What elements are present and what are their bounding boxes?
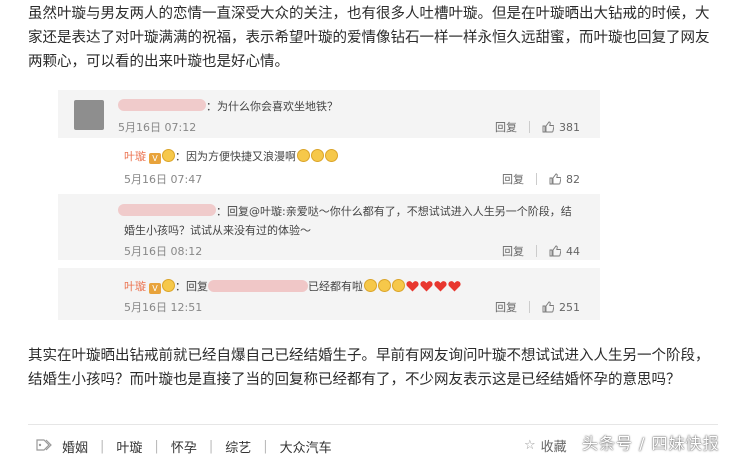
heart-emoji-icon [406,280,419,292]
tag-item[interactable]: 叶璇 [116,437,142,456]
verified-badge-icon: V [149,283,161,294]
comment-actions: 回复 44 [502,243,580,259]
tag-item[interactable]: 怀孕 [171,437,197,456]
smiley-emoji-icon [392,279,405,292]
like-count: 251 [559,300,580,314]
comment-actions: 回复 251 [495,299,580,315]
heart-emoji-icon [434,280,447,292]
article-paragraph-1: 虽然叶璇与男友两人的恋情一直深受大众的关注，也有很多人吐槽叶璇。但是在叶璇晒出大… [28,6,710,70]
divider [529,301,530,313]
username[interactable]: 叶璇 [124,280,146,293]
comment-text: 婚生小孩吗？试试从来没有过的体验～ [124,224,311,237]
article-paragraph-2: 其实在叶璇晒出钻戒前就已经自爆自己已经结婚生子。早前有网友询问叶璇不想试试进入人… [28,348,710,388]
comment-screenshot: ：为什么你会喜欢坐地铁？ 5月16日 07:12 回复 381 叶璇 V ：因为方便… [58,90,600,320]
tag-separator: | [263,439,268,454]
comment-item: ：回复@叶璇:亲爱哒～你什么都有了，不想试试进入人生另一个阶段，结 婚生小孩吗？… [58,194,600,260]
comment-item: 叶璇 V ：因为方便快捷又浪漫啊 5月16日 07:47 回复 82 [58,138,600,188]
comment-line: 叶璇 V ：回复 已经都有啦 [124,278,461,294]
comment-time: 5月16日 07:12 [118,121,197,134]
smiley-emoji-icon [378,279,391,292]
thumbs-up-icon[interactable] [542,301,554,313]
reply-button[interactable]: 回复 [502,243,524,259]
avatar [74,100,104,130]
comment-item: 叶璇 V ：回复 已经都有啦 5月16日 12:51 回复 251 [58,268,600,320]
thumbs-up-icon[interactable] [542,121,554,133]
smiley-emoji-icon [325,149,338,162]
tag-item[interactable]: 大众汽车 [280,437,332,456]
comment-item: ：为什么你会喜欢坐地铁？ 5月16日 07:12 回复 381 [58,90,600,138]
comment-line: 叶璇 V ：因为方便快捷又浪漫啊 [124,148,338,164]
blurred-username [118,204,216,216]
blurred-username [118,99,206,111]
thumbs-up-icon[interactable] [549,173,561,185]
divider [536,173,537,185]
comment-time: 5月16日 12:51 [124,301,203,314]
divider [529,121,530,133]
watermark: 头条号 / 四妹快报 [582,434,720,453]
heart-emoji-icon [448,280,461,292]
thumbs-up-icon[interactable] [549,245,561,257]
comment-text: ：回复 [175,280,208,293]
tag-list: 婚姻 | 叶璇 | 怀孕 | 综艺 | 大众汽车 [62,437,332,456]
reply-button[interactable]: 回复 [495,299,517,315]
comment-time: 5月16日 07:47 [124,173,203,186]
comment-text: ：回复@叶璇:亲爱哒～你什么都有了，不想试试进入人生另一个阶段，结 [216,205,572,218]
like-count: 82 [566,172,580,186]
smiley-emoji-icon [364,279,377,292]
smiley-emoji-icon [297,149,310,162]
tag-separator: | [208,439,214,454]
comment-actions: 回复 381 [495,119,580,135]
comment-text: ：因为方便快捷又浪漫啊 [175,150,296,163]
smiley-emoji-icon [311,149,324,162]
comment-text: 已经都有啦 [308,280,363,293]
reply-button[interactable]: 回复 [495,119,517,135]
divider [28,424,718,425]
like-count: 381 [559,120,580,134]
tag-item[interactable]: 婚姻 [62,437,88,456]
star-icon: ☆ [524,438,536,453]
username[interactable]: 叶璇 [124,150,146,163]
blurred-username [208,280,308,292]
smiley-emoji-icon [162,149,175,162]
heart-emoji-icon [420,280,433,292]
tag-separator: | [154,439,159,454]
comment-actions: 回复 82 [502,171,580,187]
smiley-emoji-icon [162,279,175,292]
divider [536,245,537,257]
verified-badge-icon: V [149,153,161,164]
collect-label: 收藏 [540,440,567,455]
comment-text: ：为什么你会喜欢坐地铁？ [206,100,338,113]
reply-button[interactable]: 回复 [502,171,524,187]
tag-separator: | [100,439,105,454]
tag-icon [36,438,52,452]
tag-item[interactable]: 综艺 [225,437,251,456]
comment-time: 5月16日 08:12 [124,245,203,258]
collect-button[interactable]: ☆ 收藏 [524,436,567,455]
like-count: 44 [566,244,580,258]
